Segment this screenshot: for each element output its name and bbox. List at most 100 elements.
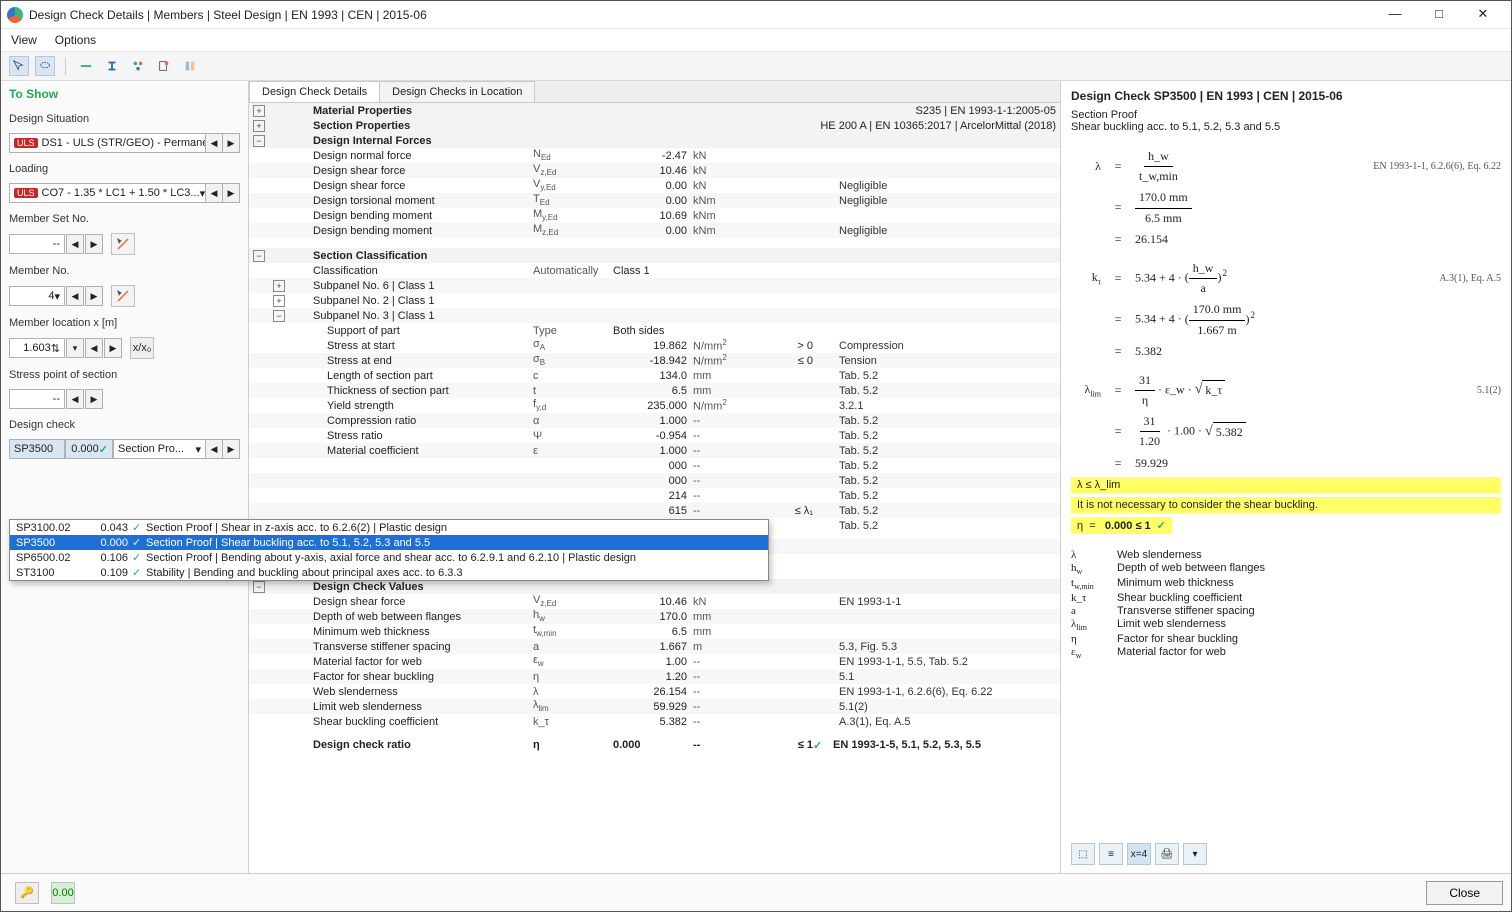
table-row: Yield strength fy,d 235.000 N/mm2 3.2.1: [249, 398, 1060, 413]
details-grid[interactable]: + Material Properties S235 | EN 1993-1-1…: [249, 103, 1060, 873]
dropdown-item[interactable]: ST31000.109✓Stability | Bending and buck…: [10, 565, 768, 580]
location-mode-icon[interactable]: x/x₀: [130, 337, 154, 359]
prev-situation-button[interactable]: ◀: [205, 133, 223, 153]
loading-combo[interactable]: ULSCO7 - 1.35 * LC1 + 1.50 * LC3... ▾: [9, 183, 206, 203]
design-check-code[interactable]: SP3500: [9, 439, 65, 459]
stress-point-label: Stress point of section: [9, 369, 240, 381]
close-window-button[interactable]: ✕: [1461, 1, 1505, 29]
tab-details[interactable]: Design Check Details: [249, 81, 380, 102]
to-show-header: To Show: [9, 87, 240, 101]
next-check-button[interactable]: ▶: [222, 439, 240, 459]
toolbar-columns-icon[interactable]: [180, 56, 200, 76]
design-check-desc-combo[interactable]: Section Pro...▾: [113, 439, 206, 459]
tab-location[interactable]: Design Checks in Location: [379, 81, 535, 102]
precision-icon[interactable]: 0.00: [51, 882, 75, 904]
prev-check-button[interactable]: ◀: [205, 439, 223, 459]
prev-loading-button[interactable]: ◀: [205, 183, 223, 203]
window-title: Design Check Details | Members | Steel D…: [29, 8, 1373, 22]
collapse-icon[interactable]: −: [253, 135, 265, 147]
next-situation-button[interactable]: ▶: [222, 133, 240, 153]
center-pane: Design Check Details Design Checks in Lo…: [249, 81, 1061, 873]
collapse-icon[interactable]: −: [253, 581, 265, 593]
toolbar-beam-icon[interactable]: [76, 56, 96, 76]
next-loading-button[interactable]: ▶: [222, 183, 240, 203]
prev-stresspt-button[interactable]: ◀: [66, 389, 84, 409]
expand-icon[interactable]: +: [253, 120, 265, 132]
pick-memberset-icon[interactable]: [111, 233, 135, 255]
dropdown-icon[interactable]: ▾: [1183, 843, 1207, 865]
table-row: 000 -- Tab. 5.2: [249, 473, 1060, 488]
table-row: Stress at start σA 19.862 N/mm2 > 0 Comp…: [249, 338, 1060, 353]
stress-point-input[interactable]: --: [9, 389, 65, 409]
design-check-ratio: 0.000 ✓: [65, 439, 113, 459]
section-classification-header: Section Classification: [313, 250, 1056, 262]
toolbar-section-icon[interactable]: [102, 56, 122, 76]
table-row: Compression ratio α 1.000 -- Tab. 5.2: [249, 413, 1060, 428]
close-button[interactable]: Close: [1426, 881, 1503, 905]
dropdown-item[interactable]: SP3100.020.043✓Section Proof | Shear in …: [10, 520, 768, 535]
member-no-label: Member No.: [9, 265, 240, 277]
dropdown-item[interactable]: SP6500.020.106✓Section Proof | Bending a…: [10, 550, 768, 565]
maximize-button[interactable]: □: [1417, 1, 1461, 29]
design-situation-label: Design Situation: [9, 113, 240, 125]
right-pane-title: Design Check SP3500 | EN 1993 | CEN | 20…: [1071, 89, 1501, 103]
export-icon[interactable]: ⬚: [1071, 843, 1095, 865]
print-icon[interactable]: 🖨︎: [1155, 843, 1179, 865]
app-window: Design Check Details | Members | Steel D…: [0, 0, 1512, 912]
next-stresspt-button[interactable]: ▶: [85, 389, 103, 409]
prev-memberset-button[interactable]: ◀: [66, 234, 84, 254]
right-subtitle1: Section Proof: [1071, 109, 1501, 121]
right-pane: Design Check SP3500 | EN 1993 | CEN | 20…: [1061, 81, 1511, 873]
next-member-button[interactable]: ▶: [85, 286, 103, 306]
pick-member-icon[interactable]: [111, 285, 135, 307]
member-set-input[interactable]: --: [9, 234, 65, 254]
location-spin-button[interactable]: ▾: [66, 338, 84, 358]
menu-view[interactable]: View: [11, 33, 37, 47]
table-row: Transverse stiffener spacing a 1.667 m 5…: [249, 639, 1060, 654]
window-controls: ― □ ✕: [1373, 1, 1505, 29]
table-row: 615 -- ≤ λ₁ Tab. 5.2: [249, 503, 1060, 518]
prev-member-button[interactable]: ◀: [66, 286, 84, 306]
legend: λWeb slendernesshwDepth of web between f…: [1071, 548, 1501, 662]
loading-label: Loading: [9, 163, 240, 175]
table-row: Limit web slenderness λlim 59.929 -- 5.1…: [249, 699, 1060, 714]
toolbar-lasso-icon[interactable]: [35, 56, 55, 76]
table-row: 214 -- Tab. 5.2: [249, 488, 1060, 503]
next-memberset-button[interactable]: ▶: [85, 234, 103, 254]
table-row: Design shear force Vy,Ed 0.00 kN Negligi…: [249, 178, 1060, 193]
table-row: 000 -- Tab. 5.2: [249, 458, 1060, 473]
next-location-button[interactable]: ▶: [104, 338, 122, 358]
member-no-input[interactable]: 4 ▾: [9, 286, 65, 306]
design-check-values-header: Design Check Values: [313, 581, 1056, 593]
table-row: Depth of web between flanges hw 170.0 mm: [249, 609, 1060, 624]
list-icon[interactable]: ≡: [1099, 843, 1123, 865]
app-icon: [7, 7, 23, 23]
formula-icon[interactable]: x=4: [1127, 843, 1151, 865]
member-location-input[interactable]: 1.603 ⇅: [9, 338, 65, 358]
member-location-label: Member location x [m]: [9, 317, 240, 329]
prev-location-button[interactable]: ◀: [85, 338, 103, 358]
separator: [65, 57, 66, 75]
material-properties-row: Material Properties: [313, 105, 693, 117]
member-set-label: Member Set No.: [9, 213, 240, 225]
table-row: Design normal force NEd -2.47 kN: [249, 148, 1060, 163]
toolbar-select-icon[interactable]: [9, 56, 29, 76]
expand-icon[interactable]: +: [253, 105, 265, 117]
design-check-dropdown[interactable]: SP3100.020.043✓Section Proof | Shear in …: [9, 519, 769, 581]
table-row: Material factor for web εw 1.00 -- EN 19…: [249, 654, 1060, 669]
design-internal-forces-row: Design Internal Forces: [313, 135, 1056, 147]
help-icon[interactable]: 🔑: [15, 882, 39, 904]
table-row: Length of section part c 134.0 mm Tab. 5…: [249, 368, 1060, 383]
dropdown-item-selected[interactable]: SP35000.000✓Section Proof | Shear buckli…: [10, 535, 768, 550]
menu-options[interactable]: Options: [55, 33, 96, 47]
table-row: Web slenderness λ 26.154 -- EN 1993-1-1,…: [249, 684, 1060, 699]
table-row: Factor for shear buckling η 1.20 -- 5.1: [249, 669, 1060, 684]
design-situation-combo[interactable]: ULSDS1 - ULS (STR/GEO) - Permane...: [9, 133, 206, 153]
toolbar-3d-icon[interactable]: [128, 56, 148, 76]
right-subtitle2: Shear buckling acc. to 5.1, 5.2, 5.3 and…: [1071, 121, 1501, 133]
minimize-button[interactable]: ―: [1373, 1, 1417, 29]
collapse-icon[interactable]: −: [253, 250, 265, 262]
right-toolbar: ⬚ ≡ x=4 🖨︎ ▾: [1071, 837, 1501, 865]
toolbar-notes-icon[interactable]: [154, 56, 174, 76]
bottom-bar: 🔑 0.00 Close: [1, 873, 1511, 911]
